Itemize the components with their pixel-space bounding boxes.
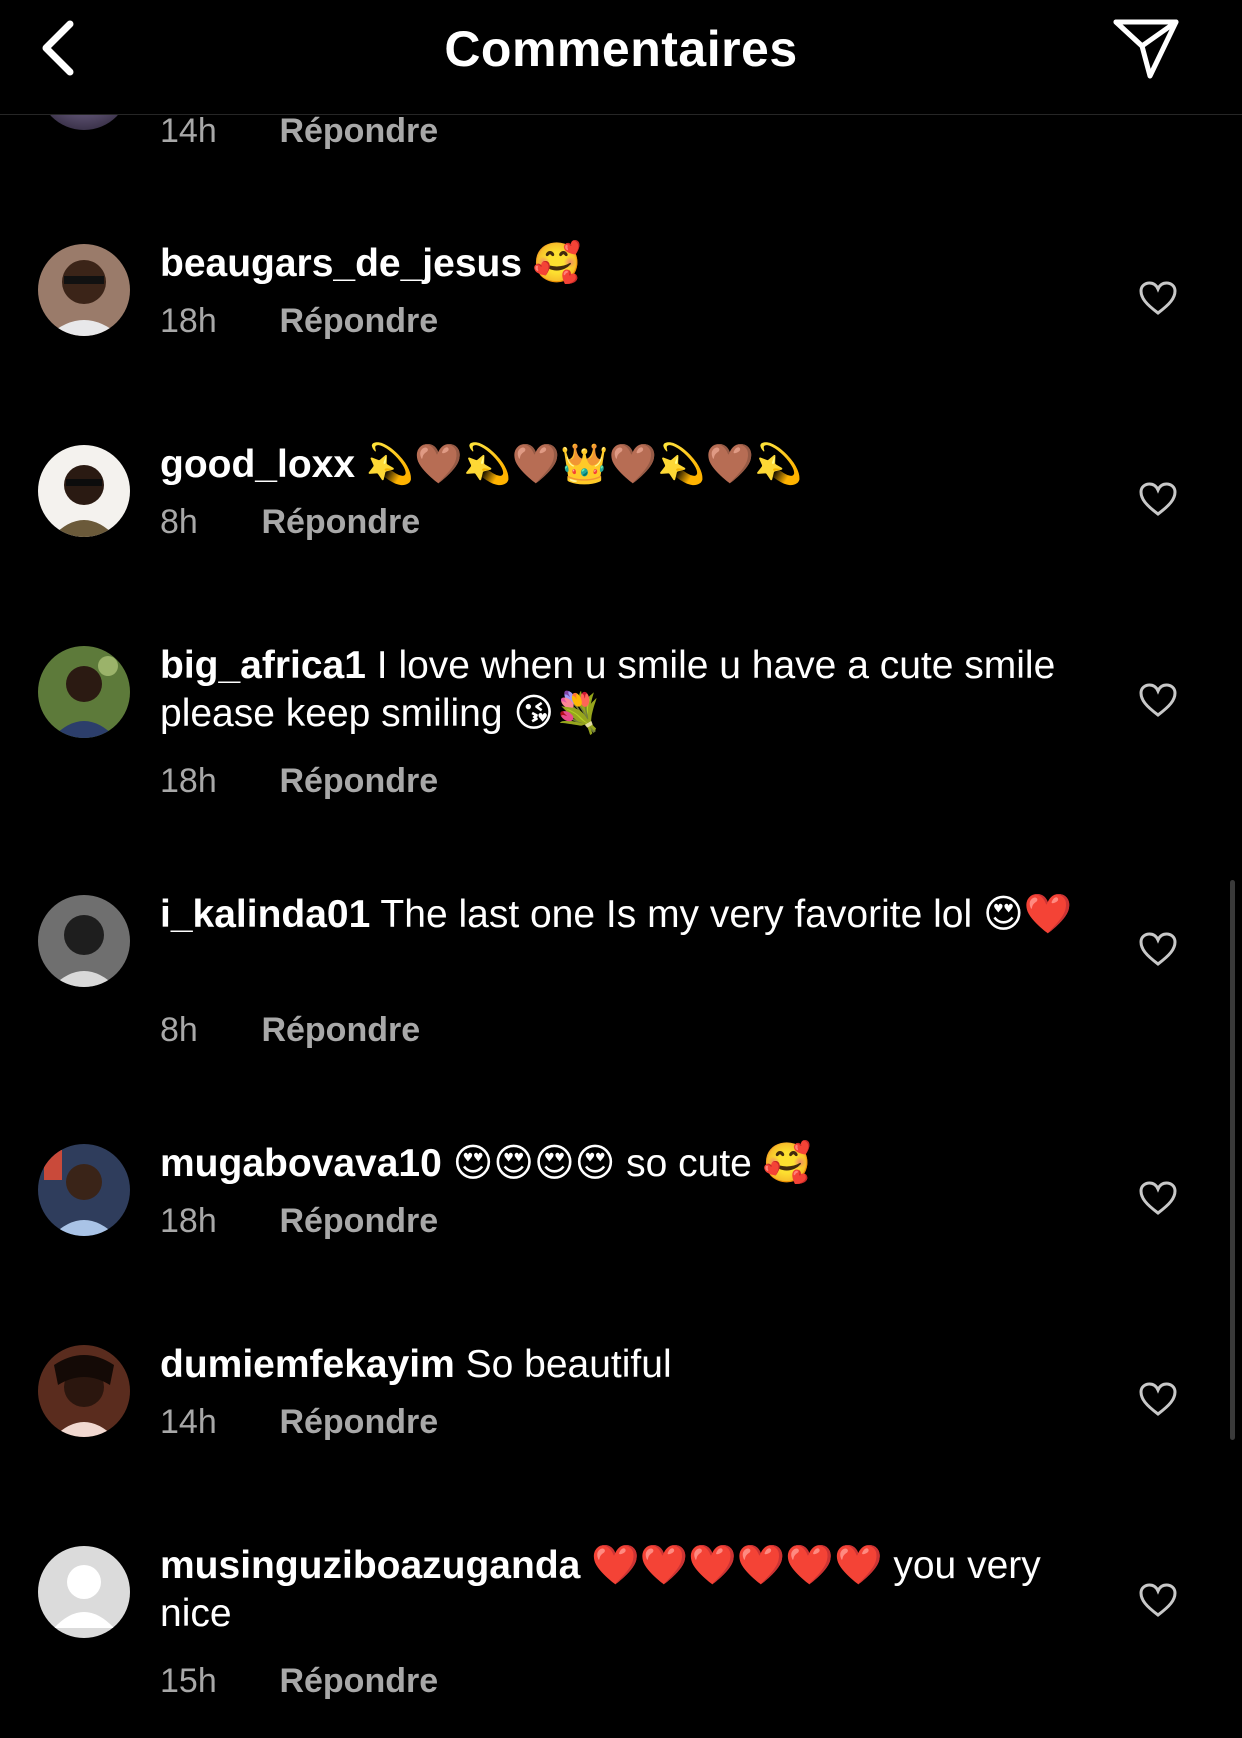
comment-time: 18h: [160, 302, 217, 340]
comment-meta: 18h Répondre: [160, 1202, 438, 1241]
reply-button[interactable]: Répondre: [279, 112, 438, 150]
like-button[interactable]: [1138, 931, 1178, 967]
scrollbar[interactable]: [1230, 880, 1235, 1440]
comment-meta: 18h Répondre: [160, 762, 438, 801]
heart-icon: [1139, 1382, 1177, 1416]
comment-meta: 15h Répondre: [160, 1662, 438, 1701]
like-button[interactable]: [1138, 280, 1178, 316]
comment-username[interactable]: musinguziboazuganda: [160, 1544, 580, 1587]
comment-username[interactable]: i_kalinda01: [160, 893, 370, 936]
comment-text: 😍😍😍😍 so cute 🥰: [441, 1142, 812, 1185]
comment-time: 14h: [160, 1403, 217, 1441]
avatar[interactable]: [38, 646, 130, 738]
comment-partial: 14h Répondre: [0, 38, 1242, 158]
heart-icon: [1139, 932, 1177, 966]
like-button[interactable]: [1138, 1180, 1178, 1216]
avatar[interactable]: [38, 445, 130, 537]
avatar[interactable]: [38, 1546, 130, 1638]
avatar[interactable]: [38, 1345, 130, 1437]
comment-meta: 8h Répondre: [160, 503, 420, 542]
comment-text: 🥰: [522, 242, 582, 285]
comment-time: 18h: [160, 1202, 217, 1240]
comment-username[interactable]: big_africa1: [160, 644, 366, 687]
share-button[interactable]: [1110, 16, 1182, 80]
top-bar: Commentaires: [0, 0, 1242, 115]
like-button[interactable]: [1138, 682, 1178, 718]
paper-plane-icon: [1113, 19, 1179, 79]
comment-username[interactable]: beaugars_de_jesus: [160, 242, 522, 285]
page-title: Commentaires: [444, 21, 798, 77]
heart-icon: [1139, 683, 1177, 717]
reply-button[interactable]: Répondre: [279, 302, 438, 340]
reply-button[interactable]: Répondre: [279, 762, 438, 800]
avatar[interactable]: [38, 244, 130, 336]
heart-icon: [1139, 1181, 1177, 1215]
comment-username[interactable]: mugabovava10: [160, 1142, 442, 1185]
reply-button[interactable]: Répondre: [279, 1662, 438, 1700]
comment-time: 15h: [160, 1662, 217, 1700]
heart-icon: [1139, 281, 1177, 315]
comment-time: 14h: [160, 112, 217, 150]
avatar[interactable]: [38, 895, 130, 987]
comment-text: The last one Is my very favorite lol 😍❤️: [370, 893, 1073, 936]
like-button[interactable]: [1138, 481, 1178, 517]
heart-icon: [1139, 1583, 1177, 1617]
like-button[interactable]: [1138, 1381, 1178, 1417]
reply-button[interactable]: Répondre: [279, 1202, 438, 1240]
reply-button[interactable]: Répondre: [261, 1011, 420, 1049]
reply-button[interactable]: Répondre: [261, 503, 420, 541]
like-button[interactable]: [1138, 1582, 1178, 1618]
comment-time: 8h: [160, 503, 198, 541]
comment-time: 18h: [160, 762, 217, 800]
comment-text: So beautiful: [454, 1343, 672, 1386]
comment-username[interactable]: dumiemfekayim: [160, 1343, 455, 1386]
comment-text: 💫🤎💫🤎👑🤎💫🤎💫: [355, 443, 803, 486]
avatar[interactable]: [38, 1144, 130, 1236]
comment-time: 8h: [160, 1011, 198, 1049]
comment-meta: 18h Répondre: [160, 302, 438, 341]
comment-username[interactable]: good_loxx: [160, 443, 355, 486]
comment-meta: 14h Répondre: [160, 1403, 438, 1442]
reply-button[interactable]: Répondre: [279, 1403, 438, 1441]
comment-meta: 8h Répondre: [160, 1011, 420, 1050]
heart-icon: [1139, 482, 1177, 516]
comment-meta: 14h Répondre: [160, 112, 438, 151]
